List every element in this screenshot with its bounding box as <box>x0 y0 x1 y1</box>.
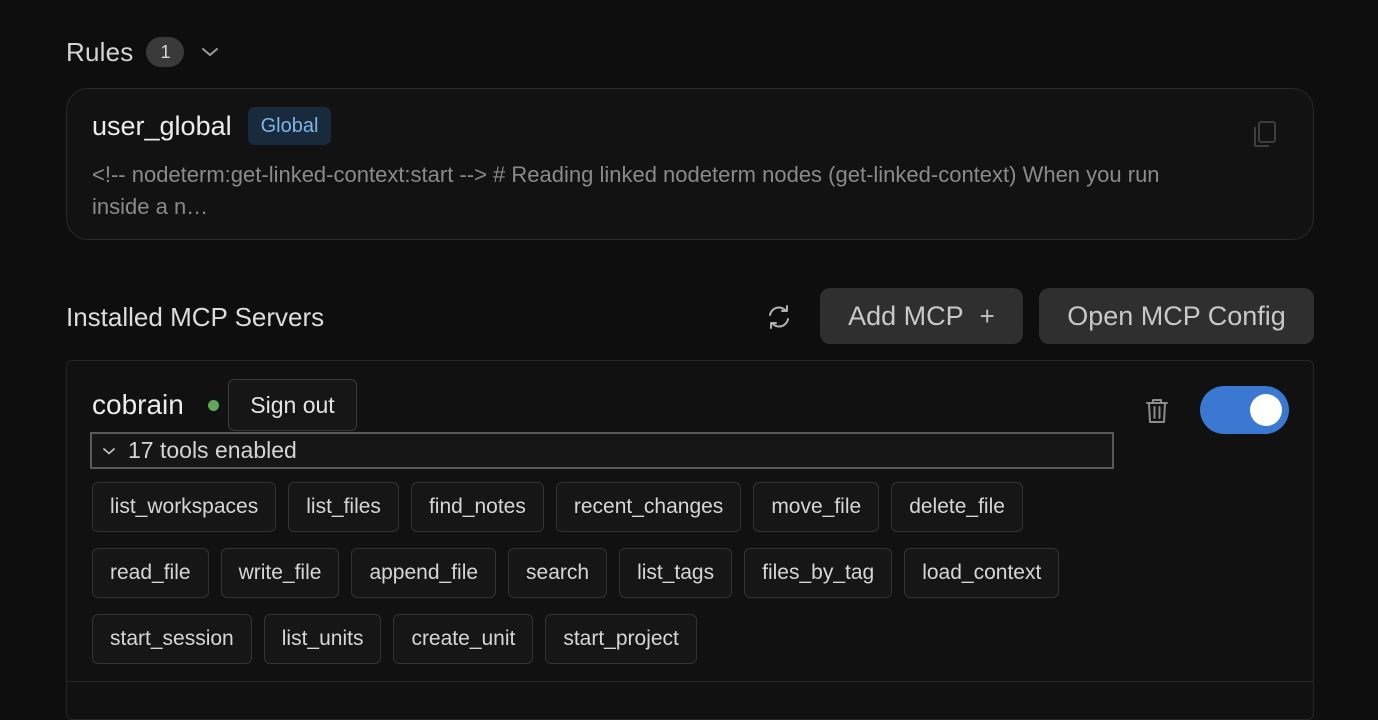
tool-chip-row: start_session list_units create_unit sta… <box>92 614 1192 664</box>
tool-chip[interactable]: list_units <box>263 614 382 664</box>
tool-chip[interactable]: append_file <box>351 548 497 598</box>
divider <box>67 681 1313 682</box>
rules-title: Rules <box>66 36 134 67</box>
tool-chip[interactable]: list_files <box>288 482 399 532</box>
tool-chip[interactable]: load_context <box>904 548 1060 598</box>
tool-chip[interactable]: delete_file <box>891 482 1023 532</box>
add-mcp-label: Add MCP <box>848 300 964 331</box>
rule-name: user_global <box>92 110 232 141</box>
rule-card[interactable]: user_global Global <!-- nodeterm:get-lin… <box>66 88 1314 240</box>
open-mcp-config-button[interactable]: Open MCP Config <box>1039 288 1314 344</box>
tool-chip[interactable]: read_file <box>92 548 209 598</box>
tool-chip-row: read_file write_file append_file search … <box>92 548 1192 598</box>
chevron-down-icon <box>102 446 116 456</box>
copy-icon[interactable] <box>1251 119 1279 149</box>
server-name: cobrain <box>92 389 184 420</box>
tools-summary-toggle[interactable]: 17 tools enabled <box>90 432 1114 469</box>
rule-name-row: user_global Global <box>92 107 332 145</box>
tools-summary-label: 17 tools enabled <box>128 437 297 463</box>
sign-out-button[interactable]: Sign out <box>228 379 357 431</box>
tool-chip[interactable]: move_file <box>753 482 880 532</box>
rules-count-badge: 1 <box>146 37 185 67</box>
trash-icon[interactable] <box>1144 397 1170 425</box>
mcp-section-title: Installed MCP Servers <box>66 302 325 332</box>
tool-chip-row: list_workspaces list_files find_notes re… <box>92 482 1192 532</box>
tool-chip[interactable]: recent_changes <box>555 482 742 532</box>
tool-chip[interactable]: list_workspaces <box>92 482 277 532</box>
plus-icon: + <box>979 300 995 331</box>
chevron-down-icon[interactable] <box>198 40 222 64</box>
rule-scope-badge: Global <box>247 107 332 145</box>
status-dot <box>208 400 219 411</box>
toggle-knob <box>1250 394 1282 426</box>
rules-header: Rules 1 <box>66 32 222 72</box>
rule-preview-text: <!-- nodeterm:get-linked-context:start -… <box>92 162 1160 219</box>
tool-chip[interactable]: start_project <box>545 614 697 664</box>
tool-chip[interactable]: search <box>508 548 608 598</box>
server-enabled-toggle[interactable] <box>1200 386 1289 434</box>
tool-chip[interactable]: create_unit <box>393 614 534 664</box>
tool-chip[interactable]: write_file <box>220 548 340 598</box>
tool-chip[interactable]: find_notes <box>410 482 544 532</box>
tool-chips: list_workspaces list_files find_notes re… <box>92 482 1192 680</box>
tool-chip[interactable]: files_by_tag <box>744 548 893 598</box>
mcp-server-card: cobrain Sign out 17 tools enabled list_w… <box>66 360 1314 720</box>
add-mcp-button[interactable]: Add MCP + <box>820 288 1023 344</box>
tool-chip[interactable]: start_session <box>92 614 252 664</box>
tool-chip[interactable]: list_tags <box>619 548 733 598</box>
refresh-icon[interactable] <box>764 302 794 332</box>
